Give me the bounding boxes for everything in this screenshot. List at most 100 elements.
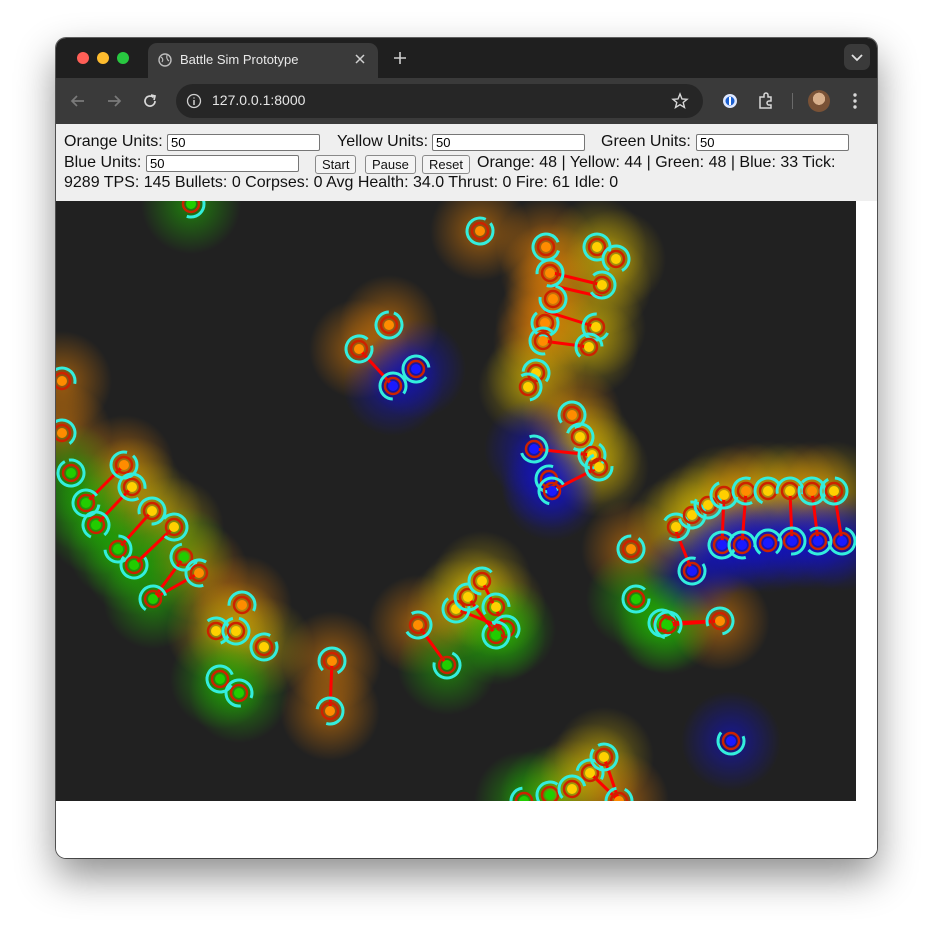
- unit-core: [491, 630, 501, 640]
- unit-core: [548, 294, 558, 304]
- close-icon[interactable]: [352, 51, 368, 67]
- unit-core: [741, 486, 751, 496]
- back-arrow-icon[interactable]: [69, 92, 87, 110]
- url-text[interactable]: 127.0.0.1:8000: [212, 92, 305, 108]
- browser-window: Battle Sim Prototype 127.0.0.1:8000 Oran…: [56, 38, 877, 858]
- reload-icon[interactable]: [141, 92, 159, 110]
- unit-core: [57, 376, 67, 386]
- unit-core: [813, 536, 823, 546]
- tab-title: Battle Sim Prototype: [180, 52, 299, 67]
- unit-core: [567, 784, 577, 794]
- tab-search-button[interactable]: [844, 44, 870, 70]
- unit-core: [597, 280, 607, 290]
- unit-core: [413, 620, 423, 630]
- minimize-window-button[interactable]: [97, 52, 109, 64]
- unit-core: [523, 382, 533, 392]
- unit-core: [194, 568, 204, 578]
- unit-core: [169, 522, 179, 532]
- bookmark-star-icon[interactable]: [671, 92, 689, 110]
- unit-core: [584, 342, 594, 352]
- unit-core: [631, 594, 641, 604]
- unit-core: [119, 460, 129, 470]
- unit-core: [594, 462, 604, 472]
- unit-core: [325, 706, 335, 716]
- unit-core: [785, 486, 795, 496]
- blue-units-input[interactable]: [146, 155, 299, 172]
- unit-core: [211, 626, 221, 636]
- unit-core: [737, 540, 747, 550]
- close-window-button[interactable]: [77, 52, 89, 64]
- unit-core: [259, 642, 269, 652]
- unit-core: [663, 620, 673, 630]
- unit-core: [148, 594, 158, 604]
- unit-core: [81, 498, 91, 508]
- unit-core: [611, 254, 621, 264]
- unit-core: [538, 336, 548, 346]
- unit-core: [717, 540, 727, 550]
- blue-units-label: Blue Units:: [64, 154, 142, 171]
- unit-core: [411, 364, 421, 374]
- unit-core: [763, 538, 773, 548]
- globe-icon: [158, 53, 172, 67]
- forward-arrow-icon[interactable]: [105, 92, 123, 110]
- tab-battle-sim[interactable]: Battle Sim Prototype: [148, 43, 378, 78]
- green-units-label: Green Units:: [601, 133, 691, 150]
- unit-core: [388, 381, 398, 391]
- unit-core: [837, 536, 847, 546]
- unit-core: [763, 486, 773, 496]
- unit-core: [726, 736, 736, 746]
- address-bar[interactable]: 127.0.0.1:8000: [176, 84, 703, 118]
- unit-core: [66, 468, 76, 478]
- reset-button[interactable]: Reset: [422, 155, 470, 174]
- unit-core: [599, 752, 609, 762]
- toolbar-divider: [792, 93, 793, 109]
- unit-core: [327, 656, 337, 666]
- unit-core: [715, 616, 725, 626]
- yellow-units-label: Yellow Units:: [337, 133, 429, 150]
- sim-controls: Orange Units: Yellow Units: Green Units:…: [56, 124, 877, 201]
- unit-core: [547, 486, 557, 496]
- unit-core: [215, 674, 225, 684]
- unit-core: [57, 428, 67, 438]
- unit-core: [829, 486, 839, 496]
- maximize-window-button[interactable]: [117, 52, 129, 64]
- unit-core: [807, 486, 817, 496]
- kebab-menu-icon[interactable]: [845, 91, 865, 111]
- orange-units-label: Orange Units:: [64, 133, 163, 150]
- password-extension-icon[interactable]: [720, 91, 740, 111]
- unit-core: [545, 268, 555, 278]
- unit-core: [529, 444, 539, 454]
- extensions-puzzle-icon[interactable]: [756, 91, 776, 111]
- battlefield: [56, 201, 856, 801]
- green-units-input[interactable]: [696, 134, 849, 151]
- unit-core: [787, 536, 797, 546]
- unit-core: [477, 576, 487, 586]
- plus-icon[interactable]: [392, 50, 408, 66]
- unit-core: [575, 432, 585, 442]
- unit-core: [592, 242, 602, 252]
- yellow-units-input[interactable]: [432, 134, 585, 151]
- unit-core: [129, 560, 139, 570]
- start-button[interactable]: Start: [315, 155, 357, 174]
- unit-core: [463, 592, 473, 602]
- status-readout-line2: 9289 TPS: 145 Bullets: 0 Corpses: 0 Avg …: [64, 174, 619, 191]
- page-viewport: Orange Units: Yellow Units: Green Units:…: [56, 124, 877, 858]
- unit-core: [179, 552, 189, 562]
- unit-core: [237, 600, 247, 610]
- battle-canvas[interactable]: [56, 201, 856, 801]
- pause-button[interactable]: Pause: [365, 155, 416, 174]
- browser-toolbar: 127.0.0.1:8000: [56, 78, 877, 124]
- unit-core: [491, 602, 501, 612]
- orange-units-input[interactable]: [167, 134, 320, 151]
- unit-core: [687, 566, 697, 576]
- site-info-icon[interactable]: [186, 93, 202, 109]
- unit-core: [91, 520, 101, 530]
- unit-core: [541, 242, 551, 252]
- unit-core: [127, 482, 137, 492]
- profile-avatar[interactable]: [808, 90, 830, 112]
- unit-core: [147, 506, 157, 516]
- unit-core: [231, 626, 241, 636]
- unit-core: [591, 322, 601, 332]
- unit-core: [113, 544, 123, 554]
- unit-core: [475, 226, 485, 236]
